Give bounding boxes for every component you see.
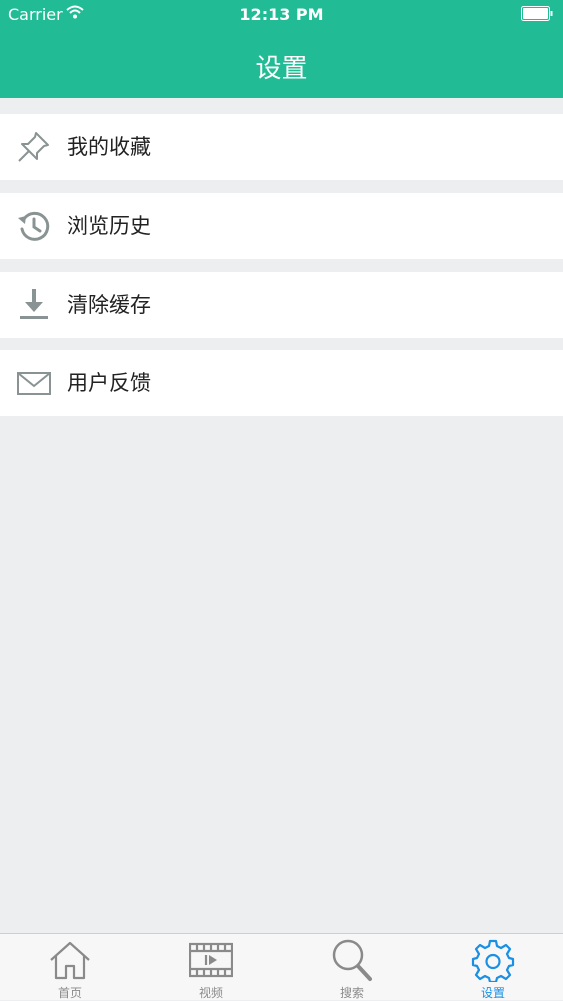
header: Carrier 12:13 PM 设置 <box>0 0 563 98</box>
page-title: 设置 <box>255 54 308 84</box>
tab-search[interactable]: 搜索 <box>282 934 422 1001</box>
download-icon <box>20 289 48 319</box>
tab-label: 视频 <box>198 986 223 1000</box>
tab-label: 搜索 <box>339 986 364 1000</box>
menu-item-label: 我的收藏 <box>67 135 151 159</box>
search-icon <box>332 939 372 981</box>
history-icon <box>18 211 50 241</box>
menu-item-label: 浏览历史 <box>67 214 151 238</box>
menu-item-favorites[interactable]: 我的收藏 <box>0 114 563 180</box>
tab-label: 首页 <box>57 986 82 1000</box>
tab-home[interactable]: 首页 <box>0 934 140 1001</box>
gear-icon <box>471 939 515 982</box>
menu-item-label: 用户反馈 <box>67 371 151 395</box>
tab-label: 设置 <box>480 986 505 1000</box>
battery-icon <box>521 6 553 21</box>
status-bar: Carrier 12:13 PM <box>0 0 563 30</box>
home-icon <box>50 941 90 980</box>
tab-settings[interactable]: 设置 <box>423 934 563 1001</box>
menu-item-feedback[interactable]: 用户反馈 <box>0 350 563 416</box>
tab-video[interactable]: 视频 <box>141 934 281 1001</box>
mail-icon <box>17 372 51 395</box>
film-icon <box>189 942 233 978</box>
tab-bar: 首页 视频 搜索 设置 <box>0 933 563 1000</box>
menu-item-label: 清除缓存 <box>67 293 151 317</box>
pin-icon <box>18 132 49 162</box>
menu-item-history[interactable]: 浏览历史 <box>0 193 563 259</box>
status-time: 12:13 PM <box>239 5 324 24</box>
menu-item-clear-cache[interactable]: 清除缓存 <box>0 272 563 338</box>
